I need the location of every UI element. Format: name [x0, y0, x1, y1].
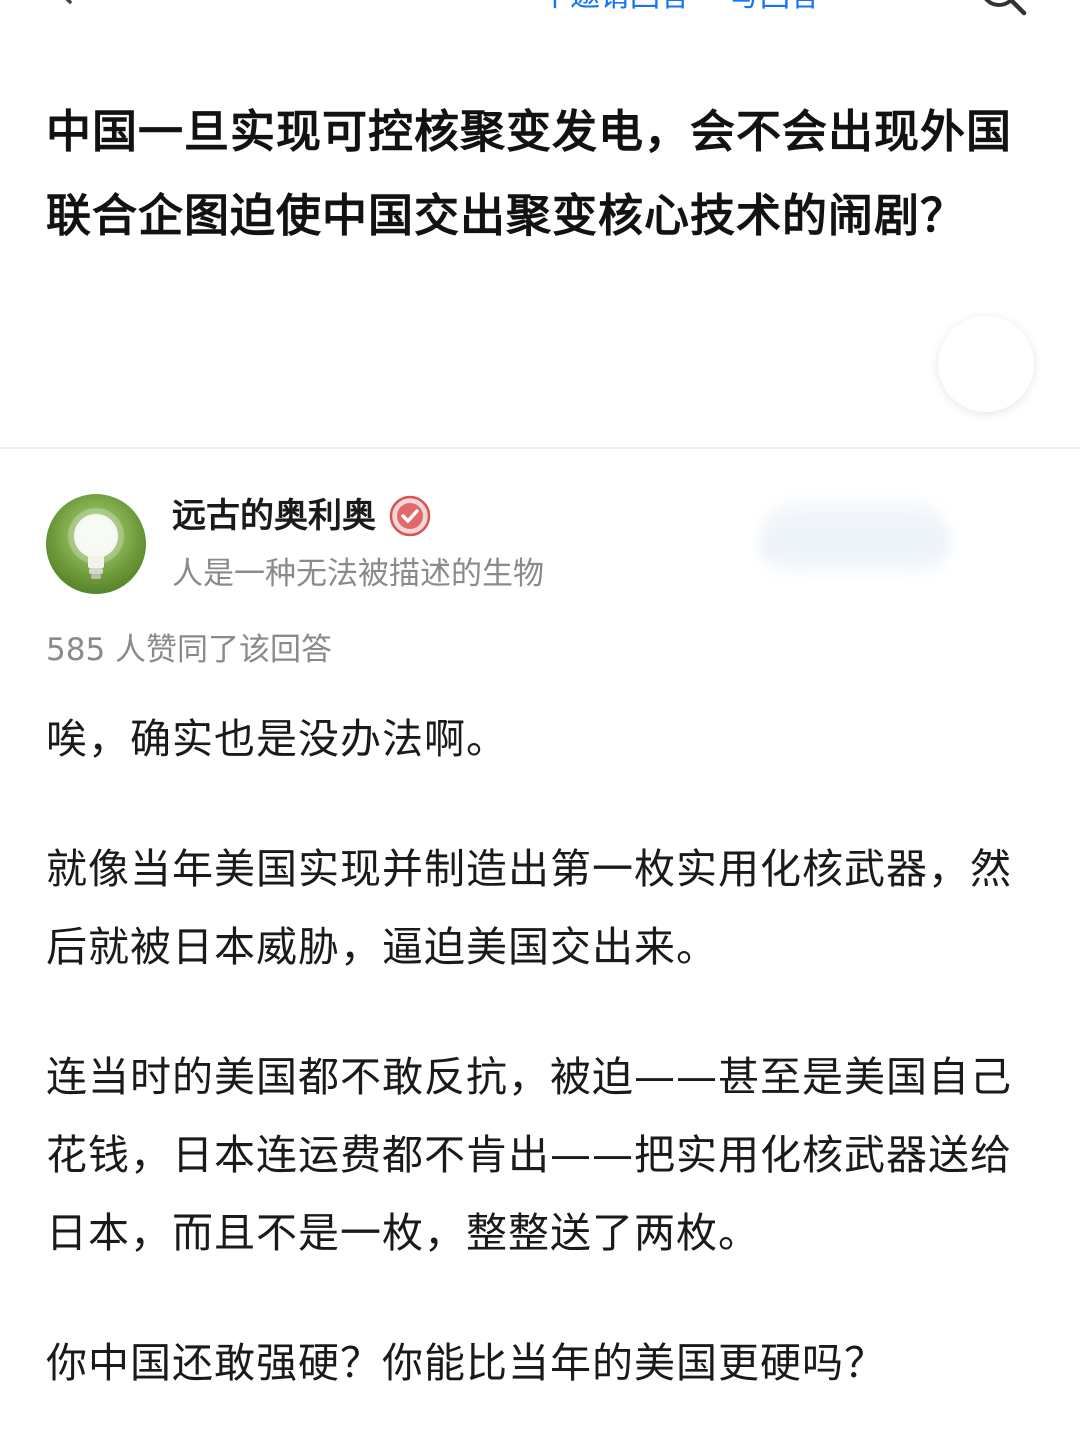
answer-body: 唉，确实也是没办法啊。 就像当年美国实现并制造出第一枚实用化核武器，然后就被日本…	[46, 700, 1036, 1432]
page: 个邀请回答 写回答 中国一旦实现可控核聚变发电，会不会出现外国联合企图迫使中国交…	[0, 0, 1080, 1432]
back-button[interactable]	[44, 0, 84, 8]
divider	[0, 447, 1080, 449]
author-bio: 人是一种无法被描述的生物	[172, 556, 544, 592]
verified-badge-icon	[388, 494, 432, 538]
invite-answer-link[interactable]: 个邀请回答	[540, 0, 690, 15]
avatar[interactable]	[46, 494, 146, 594]
answer-paragraph: 连当时的美国都不敢反抗，被迫——甚至是美国自己花钱，日本连运费都不肯出——把实用…	[46, 1053, 1012, 1257]
nav-links: 个邀请回答 写回答	[540, 0, 820, 15]
question-title[interactable]: 中国一旦实现可控核聚变发电，会不会出现外国联合企图迫使中国交出聚变核心技术的闹剧…	[46, 90, 1041, 258]
write-answer-link[interactable]: 写回答	[730, 0, 820, 15]
author-name[interactable]: 远古的奥利奥	[172, 494, 376, 538]
back-arrow-icon	[65, 0, 72, 4]
search-button[interactable]	[975, 0, 1029, 18]
floating-action-circle[interactable]	[938, 316, 1034, 412]
vote-count: 585 人赞同了该回答	[46, 632, 333, 668]
lightbulb-icon	[68, 508, 124, 579]
answer-paragraph: 你中国还敢强硬？你能比当年的美国更硬吗？	[46, 1339, 886, 1387]
author-name-row: 远古的奥利奥	[172, 494, 432, 538]
answer-paragraph: 就像当年美国实现并制造出第一枚实用化核武器，然后就被日本威胁，逼迫美国交出来。	[46, 845, 1012, 971]
blurred-follow-button[interactable]	[760, 500, 950, 582]
answer-paragraph: 唉，确实也是没办法啊。	[46, 715, 508, 763]
top-nav-bar: 个邀请回答 写回答	[0, 0, 1080, 16]
search-icon	[984, 0, 1027, 16]
